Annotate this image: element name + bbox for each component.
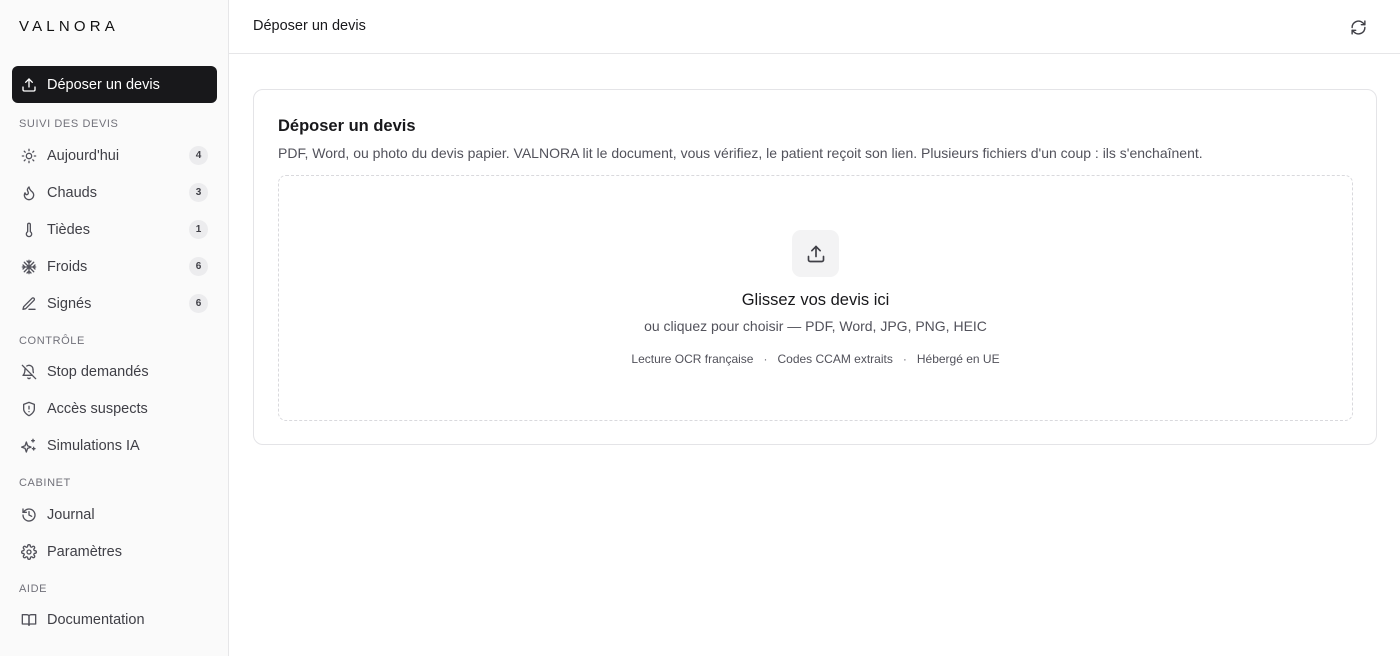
file-dropzone[interactable]: Glissez vos devis ici ou cliquez pour ch… xyxy=(278,175,1353,421)
app-logo[interactable]: VALNORA xyxy=(19,18,119,35)
sidebar-item-aujourdhui[interactable]: Aujourd'hui 4 xyxy=(12,137,217,174)
upload-icon xyxy=(21,77,37,93)
sidebar-item-signes[interactable]: Signés 6 xyxy=(12,285,217,322)
flame-icon xyxy=(21,185,37,201)
dropzone-features: Lecture OCR française · Codes CCAM extrait… xyxy=(279,352,1352,366)
sidebar-item-tiedes[interactable]: Tièdes 1 xyxy=(12,211,217,248)
refresh-button[interactable] xyxy=(1348,17,1368,37)
count-badge: 3 xyxy=(189,183,208,202)
upload-icon xyxy=(792,230,839,277)
sidebar-item-label: Journal xyxy=(47,506,95,523)
pen-icon xyxy=(21,296,37,312)
section-title-suivi: SUIVI DES DEVIS xyxy=(19,118,119,130)
shield-icon xyxy=(21,401,37,417)
sidebar: VALNORA Déposer un devis SUIVI DES DEVIS… xyxy=(0,0,229,656)
dropzone-subtitle: ou cliquez pour choisir — PDF, Word, JPG… xyxy=(644,318,987,334)
sidebar-item-label: Froids xyxy=(47,258,88,275)
upload-card: Déposer un devis PDF, Word, ou photo du … xyxy=(253,89,1377,445)
sidebar-item-label: Accès suspects xyxy=(47,400,148,417)
topbar: Déposer un devis xyxy=(229,0,1400,54)
section-title-controle: CONTRÔLE xyxy=(19,335,85,347)
sidebar-item-parametres[interactable]: Paramètres xyxy=(12,533,217,570)
section-title-cabinet: CABINET xyxy=(19,477,71,489)
sidebar-item-label: Signés xyxy=(47,295,92,312)
page-title: Déposer un devis xyxy=(253,18,366,34)
sidebar-item-documentation[interactable]: Documentation xyxy=(12,601,217,638)
count-badge: 4 xyxy=(189,146,208,165)
count-badge: 6 xyxy=(189,257,208,276)
sidebar-item-chauds[interactable]: Chauds 3 xyxy=(12,174,217,211)
sidebar-item-label: Aujourd'hui xyxy=(47,147,120,164)
sidebar-item-label: Stop demandés xyxy=(47,363,149,380)
card-description: PDF, Word, ou photo du devis papier. VAL… xyxy=(278,145,1203,161)
feature-ccam: Codes CCAM extraits xyxy=(777,352,893,366)
sidebar-item-simulations-ia[interactable]: Simulations IA xyxy=(12,427,217,464)
history-icon xyxy=(21,507,37,523)
sidebar-item-journal[interactable]: Journal xyxy=(12,496,217,533)
count-badge: 1 xyxy=(189,220,208,239)
dropzone-title: Glissez vos devis ici xyxy=(741,291,890,309)
snowflake-icon xyxy=(21,259,37,275)
section-title-aide: AIDE xyxy=(19,583,48,595)
sidebar-item-label: Simulations IA xyxy=(47,437,140,454)
count-badge: 6 xyxy=(189,294,208,313)
sidebar-item-label: Chauds xyxy=(47,184,97,201)
bell-off-icon xyxy=(21,364,37,380)
refresh-icon xyxy=(1350,19,1367,36)
sidebar-item-label: Déposer un devis xyxy=(47,76,160,93)
feature-separator: · xyxy=(902,352,907,366)
sun-icon xyxy=(21,148,37,164)
sidebar-item-acces-suspects[interactable]: Accès suspects xyxy=(12,390,217,427)
sidebar-item-stop-demandes[interactable]: Stop demandés xyxy=(12,353,217,390)
sidebar-item-label: Paramètres xyxy=(47,543,122,560)
sidebar-item-deposer-devis[interactable]: Déposer un devis xyxy=(12,66,217,103)
feature-ocr: Lecture OCR française xyxy=(631,352,754,366)
card-title: Déposer un devis xyxy=(278,117,416,135)
feature-separator: · xyxy=(763,352,768,366)
thermometer-icon xyxy=(21,222,37,238)
sparkles-icon xyxy=(21,438,37,454)
sidebar-item-label: Tièdes xyxy=(47,221,90,238)
sidebar-item-label: Documentation xyxy=(47,611,145,628)
sidebar-item-froids[interactable]: Froids 6 xyxy=(12,248,217,285)
gear-icon xyxy=(21,543,37,560)
book-icon xyxy=(21,612,37,628)
feature-hosting: Hébergé en UE xyxy=(916,352,1000,366)
